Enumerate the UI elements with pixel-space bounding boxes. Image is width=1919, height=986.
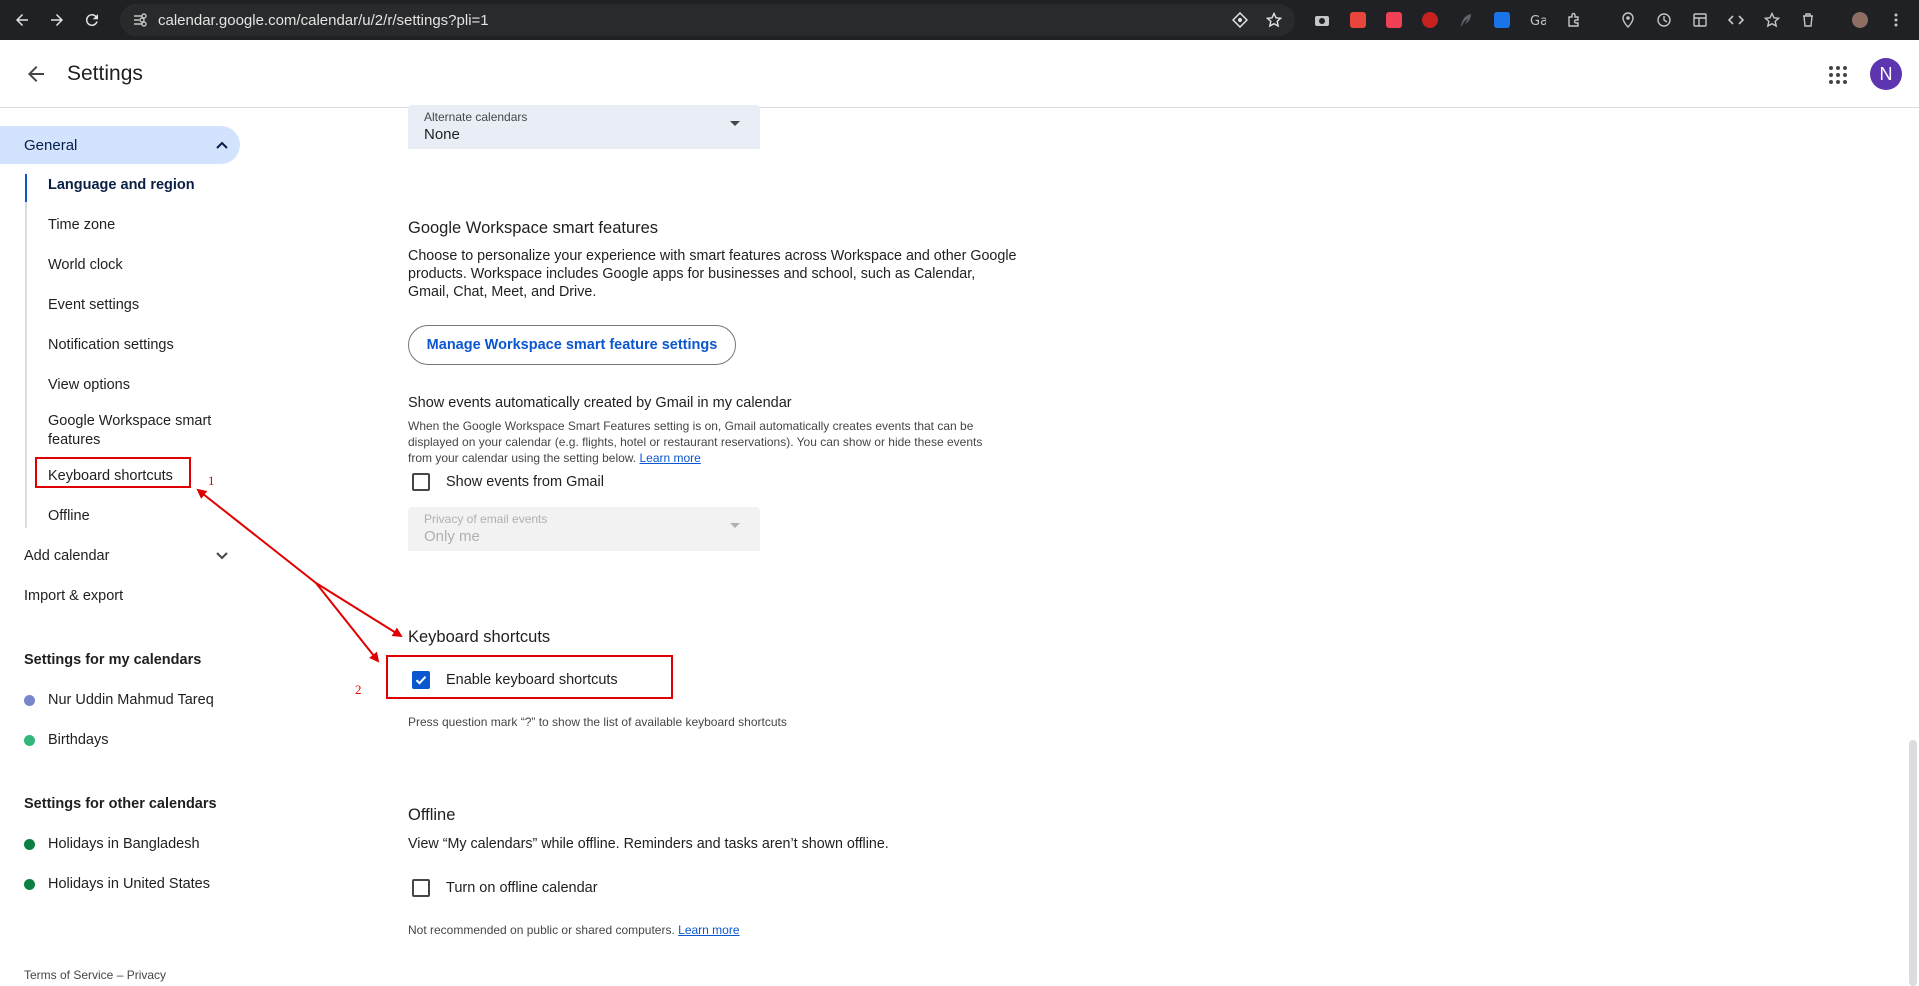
calendar-name: Nur Uddin Mahmud Tareq (48, 692, 214, 708)
extensions-puzzle-icon[interactable] (1564, 10, 1584, 30)
checkbox-label: Show events from Gmail (446, 474, 604, 490)
feather-extension-icon[interactable] (1456, 10, 1476, 30)
sidebar-item-general[interactable]: General (0, 126, 240, 164)
sidebar-item-label: Add calendar (24, 548, 110, 564)
sidebar-item-notification-settings[interactable]: Notification settings (48, 336, 228, 355)
alternate-calendars-select[interactable]: Alternate calendars None (408, 105, 760, 149)
annotation-box-checkbox (386, 655, 673, 699)
blue-extension-icon[interactable] (1492, 10, 1512, 30)
bookmark-star-icon[interactable] (1266, 12, 1282, 28)
browser-menu-icon[interactable] (1886, 10, 1906, 30)
calendar-name: Birthdays (48, 732, 109, 748)
settings-header: Settings N (0, 40, 1919, 108)
code-icon[interactable] (1726, 10, 1746, 30)
address-bar[interactable]: calendar.google.com/calendar/u/2/r/setti… (120, 4, 1295, 36)
checkbox-label: Turn on offline calendar (446, 880, 598, 896)
privacy-email-events-select: Privacy of email events Only me (408, 507, 760, 551)
sidebar-item-time-zone[interactable]: Time zone (48, 216, 228, 235)
browser-toolbar: calendar.google.com/calendar/u/2/r/setti… (0, 0, 1919, 40)
calendar-name: Holidays in United States (48, 876, 210, 892)
back-arrow-icon[interactable] (24, 62, 48, 86)
profile-picture-icon[interactable] (1850, 10, 1870, 30)
sidebar-item-label: General (24, 137, 78, 154)
offline-calendar-checkbox[interactable] (412, 879, 430, 897)
sub-nav-rail (25, 174, 27, 528)
search-extension-icon[interactable] (1348, 10, 1368, 30)
keyboard-shortcuts-hint: Press question mark “?” to show the list… (408, 715, 787, 729)
my-calendars-heading: Settings for my calendars (24, 652, 202, 668)
google-apps-icon[interactable] (1826, 63, 1850, 87)
annotation-number-1: 1 (208, 473, 215, 488)
sidebar-item-view-options[interactable]: View options (48, 376, 228, 395)
keyboard-shortcuts-title: Keyboard shortcuts (408, 628, 551, 646)
select-value: None (424, 126, 460, 143)
location-pin-icon[interactable] (1618, 10, 1638, 30)
url-text[interactable]: calendar.google.com/calendar/u/2/r/setti… (158, 12, 489, 29)
pocket-extension-icon[interactable] (1384, 10, 1404, 30)
calendar-color-dot (24, 695, 35, 706)
page-title: Settings (67, 62, 143, 85)
dropdown-caret-icon (730, 121, 740, 126)
select-label: Alternate calendars (424, 110, 528, 124)
gmail-events-title: Show events automatically created by Gma… (408, 395, 792, 411)
site-info-icon[interactable] (132, 12, 148, 28)
history-icon[interactable] (1654, 10, 1674, 30)
bookmarks-star-icon[interactable] (1762, 10, 1782, 30)
page-scrollbar[interactable] (1909, 740, 1917, 986)
calendar-color-dot (24, 735, 35, 746)
gmail-events-description: When the Google Workspace Smart Features… (408, 418, 1008, 466)
offline-note-text: Not recommended on public or shared comp… (408, 923, 675, 937)
footer-links[interactable]: Terms of Service – Privacy (24, 968, 166, 982)
manage-workspace-button[interactable]: Manage Workspace smart feature settings (408, 325, 736, 365)
offline-note: Not recommended on public or shared comp… (408, 922, 1008, 938)
lens-icon[interactable] (1232, 12, 1248, 28)
annotation-box-sidebar (35, 457, 191, 488)
workspace-section-title: Google Workspace smart features (408, 219, 659, 237)
tab-layout-icon[interactable] (1690, 10, 1710, 30)
dropdown-caret-icon (730, 523, 740, 528)
learn-more-link[interactable]: Learn more (639, 451, 700, 465)
sidebar-item-add-calendar[interactable]: Add calendar (24, 548, 228, 564)
forward-icon[interactable] (45, 8, 69, 32)
chevron-down-icon (216, 552, 228, 560)
settings-sidebar: General Language and region Time zone Wo… (0, 108, 250, 986)
select-value: Only me (424, 528, 480, 545)
sidebar-item-event-settings[interactable]: Event settings (48, 296, 228, 315)
reload-icon[interactable] (80, 8, 104, 32)
select-label: Privacy of email events (424, 512, 548, 526)
workspace-description: Choose to personalize your experience wi… (408, 248, 1017, 300)
svg-text:Ga: Ga (1530, 14, 1546, 28)
offline-title: Offline (408, 806, 456, 824)
account-avatar[interactable]: N (1870, 58, 1902, 90)
sidebar-item-world-clock[interactable]: World clock (48, 256, 228, 275)
sidebar-item-import-export[interactable]: Import & export (24, 588, 123, 604)
other-calendars-heading: Settings for other calendars (24, 796, 217, 812)
calendar-color-dot (24, 839, 35, 850)
chevron-up-icon (216, 141, 228, 149)
calendar-name: Holidays in Bangladesh (48, 836, 200, 852)
sidebar-item-language-region[interactable]: Language and region (48, 176, 228, 195)
learn-more-link[interactable]: Learn more (678, 923, 739, 937)
page-root: calendar.google.com/calendar/u/2/r/setti… (0, 0, 1919, 986)
sidebar-item-offline[interactable]: Offline (48, 507, 228, 526)
offline-description: View “My calendars” while offline. Remin… (408, 836, 889, 852)
trash-icon[interactable] (1798, 10, 1818, 30)
active-indicator (25, 174, 27, 202)
sidebar-item-workspace-smart-features[interactable]: Google Workspace smart features (48, 412, 228, 450)
show-events-checkbox[interactable] (412, 473, 430, 491)
calendar-color-dot (24, 879, 35, 890)
back-icon[interactable] (10, 8, 34, 32)
translate-extension-icon[interactable]: Ga (1528, 10, 1548, 30)
red-extension-icon[interactable] (1420, 10, 1440, 30)
annotation-number-2: 2 (355, 682, 362, 697)
camera-extension-icon[interactable] (1312, 10, 1332, 30)
